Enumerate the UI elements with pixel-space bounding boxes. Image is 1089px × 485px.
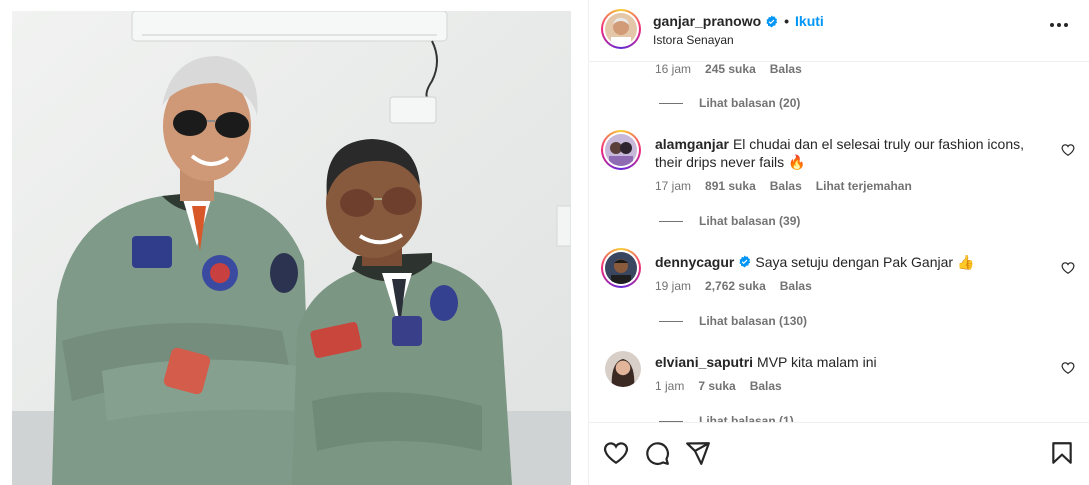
comments-panel: ganjar_pranowo • Ikuti Istora Senayan 16… xyxy=(589,0,1089,485)
comment-body: alamganjar El chudai dan el selesai truly… xyxy=(655,135,1045,171)
comment-username[interactable]: dennycagur xyxy=(655,254,734,270)
separator-dot: • xyxy=(784,13,790,29)
replies-line xyxy=(659,220,683,222)
author-avatar[interactable] xyxy=(601,9,641,49)
view-replies-button[interactable]: Lihat balasan (1) xyxy=(659,414,794,422)
replies-line xyxy=(659,320,683,322)
reply-button[interactable]: Balas xyxy=(780,279,812,293)
replies-line xyxy=(659,102,683,104)
author-line: ganjar_pranowo • Ikuti xyxy=(653,13,824,29)
comment-text: MVP kita malam ini xyxy=(757,354,877,370)
comment-body: dennycagur Saya setuju dengan Pak Ganjar … xyxy=(655,253,1045,271)
like-comment-heart-icon[interactable] xyxy=(1061,261,1075,275)
comment-time[interactable]: 17 jam xyxy=(655,179,691,193)
view-replies-label: Lihat balasan (39) xyxy=(699,214,801,228)
author-username[interactable]: ganjar_pranowo xyxy=(653,13,761,29)
view-replies-label: Lihat balasan (130) xyxy=(699,314,808,328)
comment-text: Saya setuju dengan Pak Ganjar 👍 xyxy=(755,254,975,270)
reply-button[interactable]: Balas xyxy=(770,62,802,76)
follow-button[interactable]: Ikuti xyxy=(795,13,824,29)
verified-badge-icon xyxy=(766,15,778,27)
post-location[interactable]: Istora Senayan xyxy=(653,33,734,47)
share-icon[interactable] xyxy=(685,440,711,466)
comment-avatar[interactable] xyxy=(605,351,641,387)
view-replies-label: Lihat balasan (20) xyxy=(699,96,801,110)
like-comment-heart-icon[interactable] xyxy=(1061,143,1075,157)
reply-button[interactable]: Balas xyxy=(770,179,802,193)
comment-avatar[interactable] xyxy=(601,130,641,170)
post-photo[interactable] xyxy=(12,11,571,485)
save-icon[interactable] xyxy=(1049,440,1075,466)
comment-likes[interactable]: 245 suka xyxy=(705,62,756,76)
view-replies-label: Lihat balasan (1) xyxy=(699,414,794,422)
verified-badge-icon xyxy=(739,255,751,268)
comment-likes[interactable]: 891 suka xyxy=(705,179,756,193)
comment-body: elviani_saputri MVP kita malam ini xyxy=(655,353,1045,371)
comment-time[interactable]: 16 jam xyxy=(655,62,691,76)
comment-icon[interactable] xyxy=(644,440,670,466)
post-image xyxy=(12,11,571,485)
reply-button[interactable]: Balas xyxy=(750,379,782,393)
comment-likes[interactable]: 2,762 suka xyxy=(705,279,766,293)
comment-likes[interactable]: 7 suka xyxy=(698,379,735,393)
view-replies-button[interactable]: Lihat balasan (39) xyxy=(659,214,800,228)
comment-meta: 1 jam 7 suka Balas xyxy=(655,379,782,393)
comment-meta: 19 jam 2,762 suka Balas xyxy=(655,279,812,293)
more-options-icon[interactable] xyxy=(1049,22,1069,28)
view-replies-button[interactable]: Lihat balasan (20) xyxy=(659,96,800,110)
comment-time[interactable]: 1 jam xyxy=(655,379,684,393)
comment-meta: 16 jam 245 suka Balas xyxy=(655,62,802,76)
comment-time[interactable]: 19 jam xyxy=(655,279,691,293)
comment-username[interactable]: elviani_saputri xyxy=(655,354,753,370)
view-replies-button[interactable]: Lihat balasan (130) xyxy=(659,314,807,328)
comments-list[interactable]: 16 jam 245 suka Balas Lihat balasan (20)… xyxy=(589,62,1089,422)
like-comment-heart-icon[interactable] xyxy=(1061,361,1075,375)
translate-button[interactable]: Lihat terjemahan xyxy=(816,179,912,193)
post-actions-bar xyxy=(589,422,1089,485)
post-header: ganjar_pranowo • Ikuti Istora Senayan xyxy=(589,0,1089,62)
heart-icon[interactable] xyxy=(603,440,629,466)
comment-avatar[interactable] xyxy=(601,248,641,288)
comment-meta: 17 jam 891 suka Balas Lihat terjemahan xyxy=(655,179,912,193)
comment-username[interactable]: alamganjar xyxy=(655,136,729,152)
